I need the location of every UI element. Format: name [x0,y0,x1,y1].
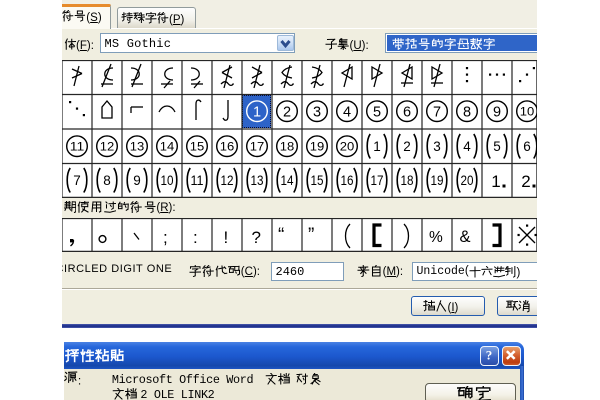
svg-text:”: ” [308,225,314,246]
svg-text:4: 4 [463,139,471,154]
svg-text:7: 7 [432,105,440,121]
svg-text:20: 20 [460,173,473,188]
svg-text:17: 17 [249,139,264,153]
svg-text:?: ? [485,348,492,363]
svg-text:9: 9 [133,173,141,188]
svg-text:2: 2 [521,172,530,191]
svg-text:15: 15 [310,173,323,188]
svg-text:5: 5 [493,139,501,154]
svg-text:2: 2 [403,139,411,154]
svg-text:5: 5 [372,105,380,121]
svg-text:12: 12 [220,173,233,188]
svg-text:11: 11 [190,173,203,188]
svg-text::: : [193,228,198,247]
svg-text:10: 10 [519,105,534,119]
svg-text:;: ; [163,228,168,247]
svg-text:16: 16 [219,139,234,153]
svg-text:13: 13 [250,173,263,188]
svg-text:4: 4 [342,105,350,121]
svg-text:6: 6 [402,105,410,121]
svg-text:!: ! [223,228,228,247]
svg-text:18: 18 [279,139,294,153]
svg-text:8: 8 [103,173,111,188]
svg-text:20: 20 [339,139,354,153]
svg-text:10: 10 [160,173,173,188]
svg-text:&: & [459,228,470,246]
svg-text:12: 12 [99,139,114,153]
svg-text:13: 13 [129,139,144,153]
svg-text:8: 8 [462,105,470,121]
svg-text:17: 17 [370,173,383,188]
svg-text:15: 15 [189,139,204,153]
svg-text:?: ? [251,228,260,247]
svg-text:1: 1 [491,172,500,191]
svg-text:19: 19 [430,173,443,188]
svg-text:14: 14 [280,173,293,188]
svg-text:16: 16 [340,173,353,188]
svg-text:1: 1 [373,139,381,154]
svg-text:“: “ [278,225,284,246]
svg-text:1: 1 [252,105,260,121]
svg-text:3: 3 [433,139,441,154]
svg-text:2: 2 [282,105,290,121]
svg-text:18: 18 [400,173,413,188]
svg-text:14: 14 [159,139,174,153]
svg-text:7: 7 [73,173,81,188]
svg-text:3: 3 [312,105,320,121]
svg-text:%: % [429,229,443,246]
svg-text:11: 11 [69,139,84,153]
svg-text:6: 6 [523,139,531,154]
svg-text:9: 9 [492,105,500,121]
svg-text:19: 19 [309,139,324,153]
